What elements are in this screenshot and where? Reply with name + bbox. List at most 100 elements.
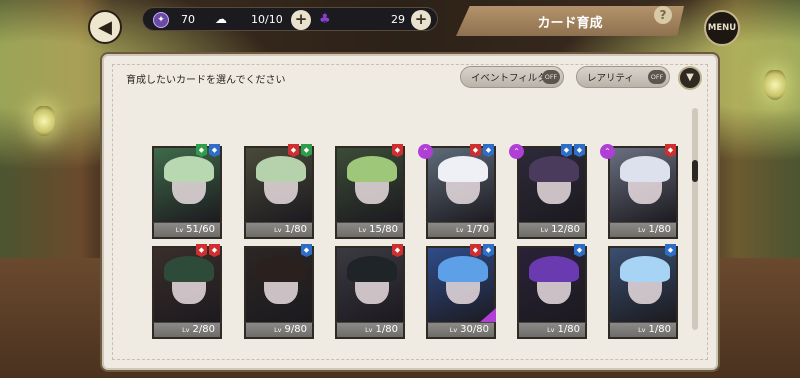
left-lamp [33, 106, 55, 136]
scrollbar[interactable] [692, 108, 698, 330]
card-grid: Lv80/80Lv83/85Lv42/60Lv16/80Lv5/80Lv1/80… [152, 108, 684, 366]
card-portrait [335, 246, 405, 322]
card-level: Lv 30/80 [426, 322, 496, 339]
upgrade-icon: ⌃ [600, 144, 615, 159]
card-item[interactable]: ◆ ◆ Lv 2/80 [152, 244, 222, 339]
card-level: Lv1/80 [608, 322, 678, 339]
portrait-hair [347, 256, 397, 282]
portrait-hair [620, 256, 670, 282]
add-stamina-button[interactable]: + [291, 10, 311, 30]
sort-dropdown-button[interactable]: ▼ [678, 66, 702, 90]
level-tag: Lv [182, 326, 190, 334]
blue-attribute-icon: ◆ [561, 144, 572, 157]
level-value: 51/60 [186, 224, 215, 235]
upgrade-icon: ⌃ [418, 144, 433, 159]
page-title: カード育成 [456, 6, 684, 36]
card-item[interactable]: ◆ Lv 1/80 [335, 244, 405, 339]
rarity-filter-toggle[interactable]: OFF [648, 70, 666, 84]
blue-attribute-icon: ◆ [209, 144, 220, 157]
stamina-icon: ☁ [215, 12, 227, 26]
token-icon: ✦ [153, 12, 169, 28]
level-value: 30/80 [460, 324, 489, 335]
attribute-badges: ◆ ◆ [196, 144, 220, 157]
card-item[interactable]: ◆ ◆ Lv 51/60 [152, 144, 222, 239]
card-level: Lv1/80 [517, 322, 587, 339]
card-item[interactable]: ◆ Lv 1/80 [517, 244, 587, 339]
level-tag: Lv [547, 326, 555, 334]
level-tag: Lv [456, 226, 464, 234]
event-filter-label: イベントフィルタ [471, 73, 547, 84]
event-filter-toggle[interactable]: OFF [542, 70, 560, 84]
level-value: 12/80 [551, 224, 580, 235]
level-tag: Lv [638, 226, 646, 234]
attribute-badges: ◆ [392, 244, 403, 257]
attribute-badges: ◆ [574, 244, 585, 257]
card-portrait [426, 146, 496, 222]
card-select-panel: 育成したいカードを選んでください イベントフィルタ OFF レアリティ OFF … [102, 54, 718, 370]
red-attribute-icon: ◆ [209, 244, 220, 257]
green-attribute-icon: ◆ [301, 144, 312, 157]
card-portrait [244, 146, 314, 222]
portrait-hair [164, 156, 214, 182]
portrait-hair [256, 156, 306, 182]
level-tag: Lv [638, 326, 646, 334]
magic-count: 29 [391, 13, 405, 26]
card-item[interactable]: ◆ Lv 1/80 [608, 244, 678, 339]
level-tag: Lv [365, 326, 373, 334]
card-item[interactable]: ◆ ◆ ⌃ Lv 12/80 [509, 144, 587, 239]
portrait-hair [347, 156, 397, 182]
back-button[interactable]: ◀ [88, 10, 122, 44]
card-portrait [152, 146, 222, 222]
card-item[interactable]: ◆ ⌃ Lv 1/80 [600, 144, 678, 239]
level-value: 1/80 [557, 324, 580, 335]
card-level: Lv 12/80 [517, 222, 587, 239]
level-tag: Lv [358, 226, 367, 234]
card-portrait [517, 246, 587, 322]
resource-bar: ✦ 70 ☁ 10/10 + ♣ 29 + [142, 7, 438, 31]
token-count: 70 [181, 13, 195, 26]
card-item[interactable]: ◆ Lv 15/80 [335, 144, 405, 239]
level-value: 9/80 [284, 324, 307, 335]
card-level: Lv1/80 [244, 222, 314, 239]
blue-attribute-icon: ◆ [483, 144, 494, 157]
green-attribute-icon: ◆ [196, 144, 207, 157]
add-magic-button[interactable]: + [411, 10, 431, 30]
blue-attribute-icon: ◆ [574, 144, 585, 157]
level-value: 1/80 [648, 324, 671, 335]
card-item[interactable]: ◆ ◆ Lv 30/80 [426, 244, 496, 339]
blue-attribute-icon: ◆ [665, 244, 676, 257]
card-portrait [608, 146, 678, 222]
level-value: 15/80 [369, 224, 398, 235]
card-portrait [517, 146, 587, 222]
card-portrait [608, 246, 678, 322]
card-portrait [152, 246, 222, 322]
level-value: 1/80 [648, 224, 671, 235]
card-item[interactable]: ◆ ◆ ⌃ Lv 1/70 [418, 144, 496, 239]
card-portrait [244, 246, 314, 322]
portrait-hair [438, 256, 488, 282]
scroll-thumb[interactable] [692, 160, 698, 182]
red-attribute-icon: ◆ [392, 244, 403, 257]
event-filter-button[interactable]: イベントフィルタ OFF [460, 66, 564, 88]
help-button[interactable]: ? [654, 6, 672, 24]
card-item[interactable]: ◆ ◆ Lv 1/80 [244, 144, 314, 239]
blue-attribute-icon: ◆ [574, 244, 585, 257]
menu-button[interactable]: MENU [704, 10, 740, 46]
rarity-filter-button[interactable]: レアリティ OFF [576, 66, 670, 88]
level-tag: Lv [274, 326, 282, 334]
card-item[interactable]: ◆ Lv 9/80 [244, 244, 314, 339]
card-portrait [426, 246, 496, 322]
attribute-badges: ◆ ◆ [196, 244, 220, 257]
red-attribute-icon: ◆ [288, 144, 299, 157]
rarity-filter-label: レアリティ [587, 73, 634, 84]
card-level: Lv 9/80 [244, 322, 314, 339]
attribute-badges: ◆ [665, 244, 676, 257]
level-tag: Lv [175, 226, 184, 234]
attribute-badges: ◆ ◆ [561, 144, 585, 157]
upgrade-icon: ⌃ [509, 144, 524, 159]
card-level: Lv 2/80 [152, 322, 222, 339]
level-value: 1/70 [466, 224, 489, 235]
red-attribute-icon: ◆ [470, 144, 481, 157]
select-prompt: 育成したいカードを選んでください [126, 75, 286, 86]
red-attribute-icon: ◆ [470, 244, 481, 257]
